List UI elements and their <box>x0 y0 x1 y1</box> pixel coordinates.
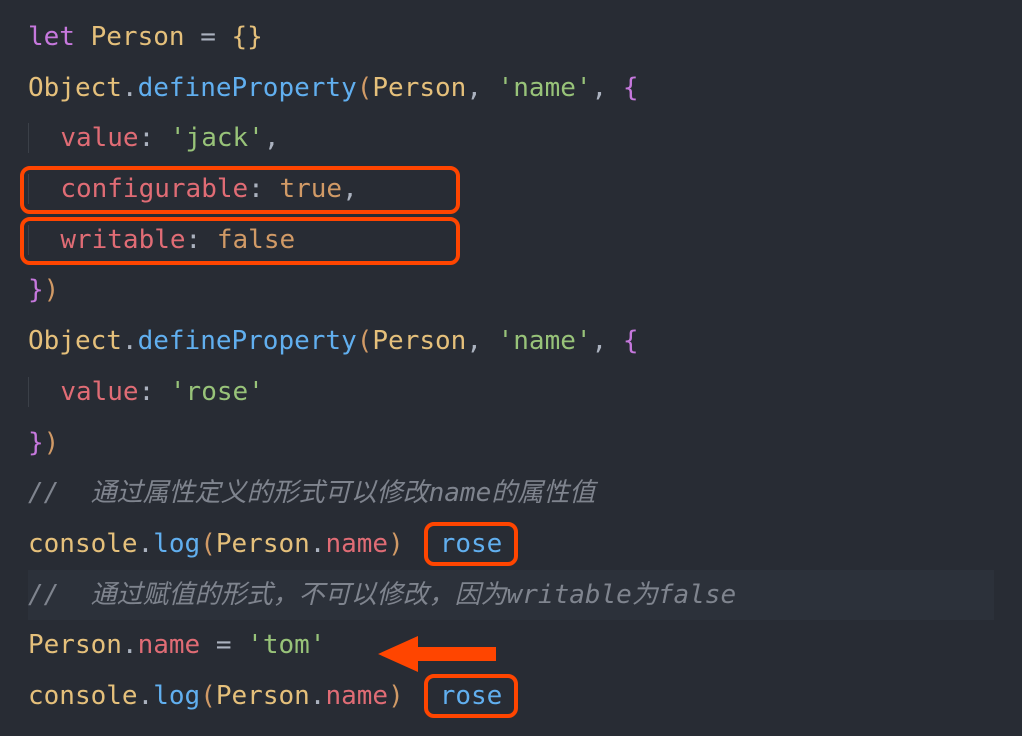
method-defineProperty: defineProperty <box>138 73 357 103</box>
brace-close: } <box>247 22 263 52</box>
prop-value: value <box>60 123 138 153</box>
keyword-let: let <box>28 22 75 52</box>
dot: . <box>122 326 138 356</box>
object-class: Object <box>28 73 122 103</box>
indent <box>28 377 60 407</box>
comma: , <box>592 326 623 356</box>
code-line-14: console.log(Person.name)rose <box>28 671 994 722</box>
prop-writable: writable <box>60 225 185 255</box>
code-line-10: // 通过属性定义的形式可以修改name的属性值 <box>28 468 994 519</box>
brace-open: { <box>623 73 639 103</box>
object-class: Object <box>28 326 122 356</box>
method-defineProperty: defineProperty <box>138 326 357 356</box>
string-rose: 'rose' <box>170 377 264 407</box>
operator-assign: = <box>200 630 247 660</box>
prop-name: name <box>325 529 388 559</box>
dot: . <box>310 529 326 559</box>
comment-1: // 通过属性定义的形式可以修改name的属性值 <box>28 478 595 508</box>
prop-configurable: configurable <box>60 174 248 204</box>
person-ref: Person <box>216 529 310 559</box>
bool-true: true <box>279 174 342 204</box>
colon: : <box>248 174 279 204</box>
arg-name-string: 'name' <box>498 73 592 103</box>
paren-open: ( <box>357 326 373 356</box>
brace-close: } <box>28 428 44 458</box>
code-line-8: value: 'rose' <box>28 367 994 418</box>
dot: . <box>122 73 138 103</box>
comma: , <box>342 174 358 204</box>
brace-open: { <box>623 326 639 356</box>
dot: . <box>138 681 154 711</box>
paren-close: ) <box>388 681 404 711</box>
arg-name-string: 'name' <box>498 326 592 356</box>
console: console <box>28 529 138 559</box>
output-box-1: rose <box>424 522 519 566</box>
code-line-13: Person.name = 'tom' <box>28 620 994 671</box>
operator-assign: = <box>185 22 232 52</box>
code-line-11: console.log(Person.name)rose <box>28 519 994 570</box>
bool-false: false <box>217 225 295 255</box>
dot: . <box>310 681 326 711</box>
method-log: log <box>153 681 200 711</box>
dot: . <box>138 529 154 559</box>
prop-value: value <box>60 377 138 407</box>
comment-2: // 通过赋值的形式，不可以修改，因为writable为false <box>28 580 736 610</box>
code-line-9: }) <box>28 418 994 469</box>
paren-open: ( <box>357 73 373 103</box>
code-line-2: Object.defineProperty(Person, 'name', { <box>28 63 994 114</box>
colon: : <box>186 225 217 255</box>
comma: , <box>592 73 623 103</box>
prop-name: name <box>138 630 201 660</box>
paren-close: ) <box>388 529 404 559</box>
string-jack: 'jack' <box>170 123 264 153</box>
indent <box>28 174 60 204</box>
person-ref: Person <box>28 630 122 660</box>
brace-open: { <box>232 22 248 52</box>
indent <box>28 123 60 153</box>
colon: : <box>139 123 170 153</box>
arg-person: Person <box>372 326 466 356</box>
output-box-2: rose <box>424 674 519 718</box>
method-log: log <box>153 529 200 559</box>
code-line-12: // 通过赋值的形式，不可以修改，因为writable为false <box>28 570 994 621</box>
code-line-1: let Person = {} <box>28 12 994 63</box>
comma: , <box>466 73 497 103</box>
colon: : <box>139 377 170 407</box>
variable-person: Person <box>91 22 185 52</box>
arg-person: Person <box>372 73 466 103</box>
comma: , <box>264 123 280 153</box>
prop-name: name <box>325 681 388 711</box>
output-rose-1: rose <box>440 529 503 559</box>
output-rose-2: rose <box>440 681 503 711</box>
paren-open: ( <box>200 681 216 711</box>
code-line-6: }) <box>28 265 994 316</box>
indent <box>28 225 60 255</box>
paren-open: ( <box>200 529 216 559</box>
console: console <box>28 681 138 711</box>
string-tom: 'tom' <box>247 630 325 660</box>
comma: , <box>466 326 497 356</box>
code-line-3: value: 'jack', <box>28 113 994 164</box>
paren-close: ) <box>44 428 60 458</box>
code-line-7: Object.defineProperty(Person, 'name', { <box>28 316 994 367</box>
code-line-5: writable: false <box>28 215 994 266</box>
paren-close: ) <box>44 275 60 305</box>
dot: . <box>122 630 138 660</box>
code-editor: let Person = {} Object.defineProperty(Pe… <box>28 12 994 722</box>
brace-close: } <box>28 275 44 305</box>
person-ref: Person <box>216 681 310 711</box>
code-line-4: configurable: true, <box>28 164 994 215</box>
